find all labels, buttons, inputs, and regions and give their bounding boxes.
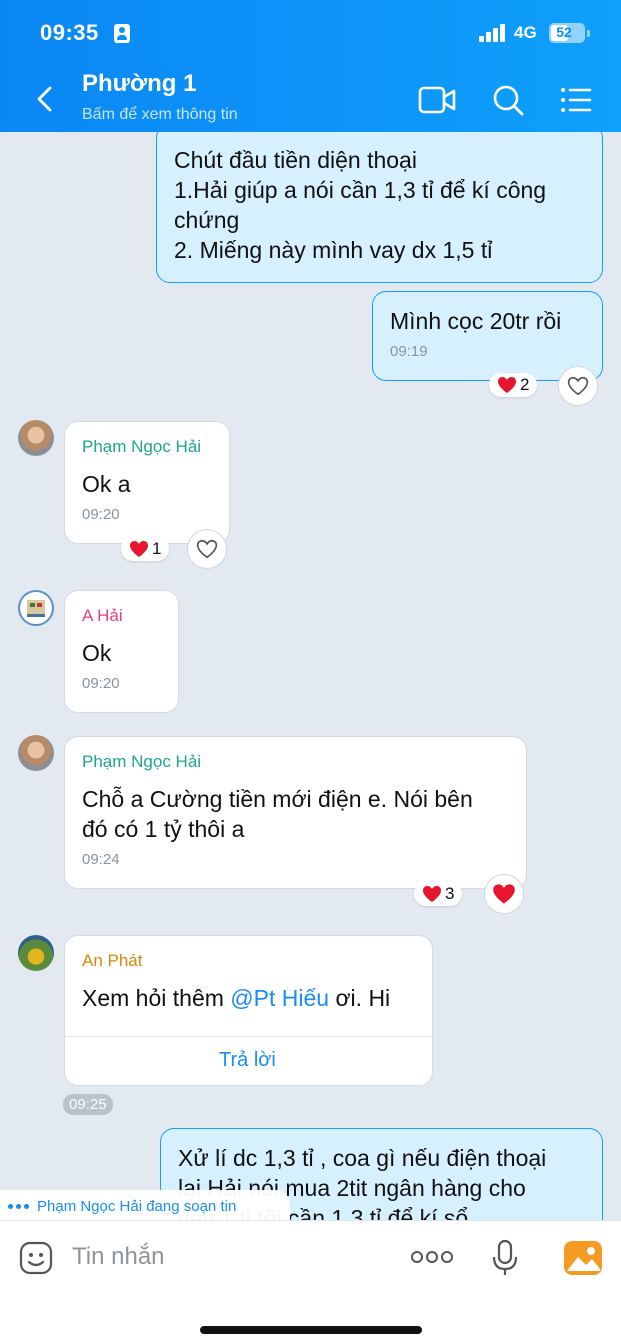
chat-subtitle[interactable]: Bấm để xem thông tin xyxy=(82,106,238,124)
message-line: Xử lí dc 1,3 tỉ , coa gì nếu điện thoại xyxy=(178,1145,547,1171)
message-line: Chỗ a Cường tiền mới điện e. Nói bên xyxy=(82,786,473,812)
incoming-message[interactable]: A Hải Ok 09:20 xyxy=(64,590,179,713)
message-text: Ok xyxy=(82,640,112,666)
incoming-message[interactable]: Phạm Ngọc Hải Chỗ a Cường tiền mới điện … xyxy=(64,736,527,889)
status-bar: 09:35 4G 52 xyxy=(0,18,621,52)
sender-name: An Phát xyxy=(82,951,143,970)
battery-level: 52 xyxy=(556,24,572,40)
chat-header: 09:35 4G 52 Phường 1 Bấm để xem thông ti… xyxy=(0,0,621,132)
reply-button[interactable]: Trả lời xyxy=(219,1049,276,1072)
message-line: 2. Miếng này mình vay dx 1,5 tỉ xyxy=(174,237,493,263)
reaction-count: 2 xyxy=(520,375,530,394)
reaction-summary[interactable]: 2 xyxy=(489,373,538,397)
home-indicator xyxy=(200,1326,422,1334)
heart-icon xyxy=(130,541,148,557)
message-text: Xem hỏi thêm @Pt Hiếu ơi. Hi xyxy=(82,983,415,1013)
microphone-icon[interactable] xyxy=(491,1239,519,1277)
message-time: 09:20 xyxy=(82,675,120,692)
message-line: chứng xyxy=(174,207,240,233)
message-text-part: Xem hỏi thêm xyxy=(82,985,231,1011)
reaction-summary[interactable]: 3 xyxy=(414,882,463,906)
avatar[interactable] xyxy=(18,935,54,971)
avatar[interactable] xyxy=(18,590,54,626)
heart-icon[interactable] xyxy=(558,366,598,406)
message-time: 09:20 xyxy=(82,506,120,523)
signal-icon xyxy=(479,24,509,42)
divider xyxy=(65,1036,432,1037)
message-text-part: ơi. Hi xyxy=(329,985,391,1011)
id-card-icon xyxy=(114,24,130,43)
battery-icon: 52 xyxy=(549,23,585,43)
chat-title[interactable]: Phường 1 xyxy=(82,70,196,98)
avatar[interactable] xyxy=(18,420,54,456)
reaction-summary[interactable]: 1 xyxy=(121,537,170,561)
reaction-count: 3 xyxy=(445,884,455,903)
more-icon[interactable] xyxy=(410,1247,454,1267)
message-text: Mình cọc 20tr rồi xyxy=(390,308,562,334)
mention-link[interactable]: @Pt Hiếu xyxy=(230,985,329,1011)
incoming-message[interactable]: Phạm Ngọc Hải Ok a 09:20 xyxy=(64,421,230,544)
message-time: 09:24 xyxy=(82,851,120,868)
status-time: 09:35 xyxy=(40,20,99,45)
heart-icon xyxy=(423,886,441,902)
battery-tip xyxy=(587,30,590,37)
sender-name: Phạm Ngọc Hải xyxy=(82,752,202,771)
typing-dots-icon xyxy=(8,1203,29,1209)
menu-list-icon[interactable] xyxy=(556,80,596,120)
image-icon[interactable] xyxy=(563,1239,603,1277)
heart-icon[interactable] xyxy=(484,874,524,914)
outgoing-message[interactable]: Chút đầu tiền diện thoại 1.Hải giúp a nó… xyxy=(156,132,603,283)
emoji-icon[interactable] xyxy=(18,1240,54,1276)
heart-icon[interactable] xyxy=(187,529,227,569)
heart-icon xyxy=(498,377,516,393)
sender-name: Phạm Ngọc Hải xyxy=(82,437,202,456)
message-line: 1.Hải giúp a nói cần 1,3 tỉ để kí công xyxy=(174,177,547,203)
back-icon[interactable] xyxy=(30,84,60,114)
message-text: Ok a xyxy=(82,471,131,497)
sender-name: A Hải xyxy=(82,606,123,625)
message-time: 09:25 xyxy=(63,1094,113,1115)
search-icon[interactable] xyxy=(488,80,528,120)
message-line: Chút đầu tiền diện thoại xyxy=(174,147,417,173)
message-list[interactable]: Chút đầu tiền diện thoại 1.Hải giúp a nó… xyxy=(0,132,621,1220)
typing-text: Phạm Ngọc Hải đang soạn tin xyxy=(37,1197,237,1215)
avatar[interactable] xyxy=(18,735,54,771)
reaction-count: 1 xyxy=(152,539,162,558)
message-input[interactable]: Tin nhắn xyxy=(72,1243,165,1271)
message-line: đó có 1 tỷ thôi a xyxy=(82,816,245,842)
video-call-icon[interactable] xyxy=(417,80,457,120)
message-time: 09:19 xyxy=(390,343,428,360)
typing-indicator: Phạm Ngọc Hải đang soạn tin xyxy=(0,1190,290,1222)
network-type: 4G xyxy=(514,23,537,42)
